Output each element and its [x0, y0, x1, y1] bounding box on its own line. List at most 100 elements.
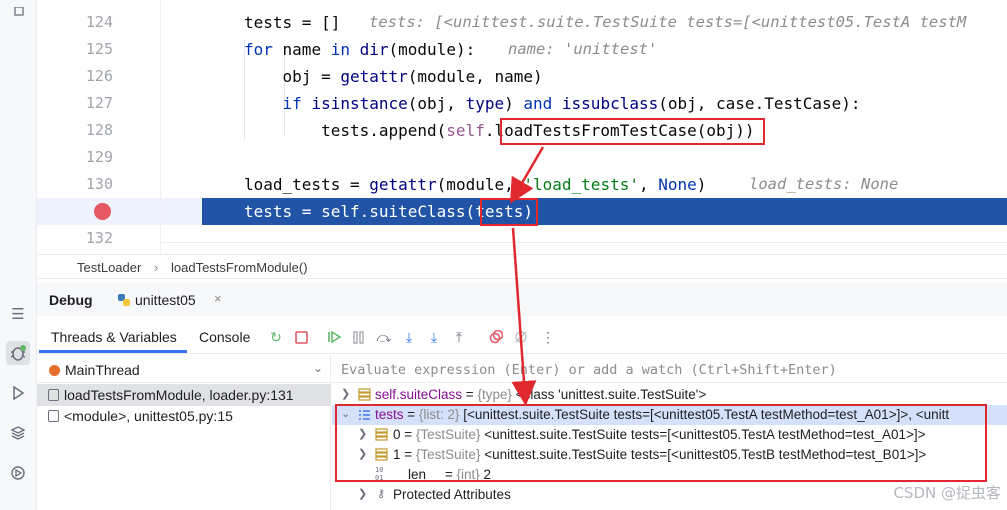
highlight-box-loadtests	[500, 118, 765, 145]
stack-frame[interactable]: loadTestsFromModule, loader.py:131	[37, 384, 331, 406]
chevron-down-icon[interactable]: ⌄	[313, 361, 323, 375]
tab-console[interactable]: Console	[199, 329, 250, 345]
code-token: ,	[638, 175, 659, 194]
breadcrumb-separator: ›	[154, 260, 159, 275]
code-text: obj = getattr(module, name)	[244, 63, 543, 90]
code-text: tests = []	[244, 9, 340, 36]
code-token: (module, name)	[407, 67, 543, 86]
code-token: )	[504, 94, 524, 113]
project-icon[interactable]	[6, 0, 30, 24]
code-token: obj =	[244, 67, 341, 86]
evaluate-expression-field[interactable]: Evaluate expression (Enter) or add a wat…	[332, 357, 1007, 383]
field-icon	[358, 388, 371, 401]
code-token: if	[282, 94, 302, 113]
thread-name: MainThread	[65, 362, 140, 378]
protected-attributes-label: Protected Attributes	[393, 487, 511, 502]
debug-subtabs: Threads & Variables Console ↻ ⤼ ⤓ ⤓ ⤒ ⋮	[37, 320, 1007, 354]
more-options-icon[interactable]: ⋮	[539, 328, 557, 346]
thread-selector[interactable]: MainThread ⌄	[37, 357, 331, 383]
line-number[interactable]: 125	[81, 36, 113, 63]
code-token: (module):	[388, 40, 476, 59]
stop-icon[interactable]	[292, 328, 310, 346]
step-into-my-code-icon[interactable]: ⤓	[425, 328, 443, 346]
code-token: issubclass	[561, 94, 659, 113]
breadcrumb-class[interactable]: TestLoader	[77, 260, 141, 275]
frame-icon	[48, 410, 59, 422]
code-line[interactable]: 126 obj = getattr(module, name)	[37, 63, 1007, 90]
variable-type: {type}	[477, 387, 512, 402]
thread-status-icon	[49, 365, 60, 376]
code-token: isinstance	[311, 94, 408, 113]
code-token: None	[658, 175, 697, 194]
close-icon[interactable]: ×	[214, 291, 222, 306]
code-token: type	[465, 94, 505, 113]
code-token: for	[244, 40, 273, 59]
pause-icon[interactable]	[350, 328, 368, 346]
line-number[interactable]: 132	[81, 225, 113, 252]
watermark: CSDN @捉虫客	[893, 484, 1001, 502]
code-token: and	[523, 94, 553, 113]
highlight-box-tests-variable	[335, 404, 987, 482]
debug-icon[interactable]	[6, 341, 30, 365]
code-token: )	[696, 175, 707, 194]
mute-breakpoints-icon[interactable]	[512, 328, 530, 346]
inline-debug-value: load_tests: None	[749, 175, 899, 193]
frame-label: <module>, unittest05.py:15	[64, 408, 233, 424]
step-into-icon[interactable]: ⤓	[400, 328, 418, 346]
layers-icon[interactable]	[6, 421, 30, 445]
line-number[interactable]: 127	[81, 90, 113, 117]
code-token: 'load_tests'	[523, 175, 639, 194]
selected-tab-indicator	[39, 350, 187, 353]
code-text: load_tests = getattr(module, 'load_tests…	[244, 171, 706, 198]
code-line[interactable]: 129	[37, 144, 1007, 171]
code-text: for name in dir(module):	[244, 36, 475, 63]
resume-icon[interactable]	[325, 328, 343, 346]
line-number[interactable]: 128	[81, 117, 113, 144]
highlight-box-tests-arg	[480, 198, 538, 226]
variable-row[interactable]: ❯ self.suiteClass = {type} <class 'unitt…	[332, 385, 1007, 405]
code-token: (obj,	[407, 94, 466, 113]
line-number[interactable]: 126	[81, 63, 113, 90]
breadcrumb-method[interactable]: loadTestsFromModule()	[171, 260, 308, 275]
services-icon[interactable]	[6, 461, 30, 485]
code-token: self	[446, 121, 485, 140]
code-token: tests = []	[244, 13, 341, 32]
chevron-right-icon[interactable]: ❯	[341, 387, 350, 400]
tool-window-strip: ☰	[0, 0, 37, 510]
line-number[interactable]: 129	[81, 144, 113, 171]
line-number[interactable]: 124	[81, 9, 113, 36]
step-over-icon[interactable]: ⤼	[375, 328, 393, 346]
equals-sign: =	[462, 387, 478, 402]
stack-frame[interactable]: <module>, unittest05.py:15	[37, 405, 331, 427]
evaluate-placeholder: Evaluate expression (Enter) or add a wat…	[341, 362, 837, 378]
chevron-right-icon[interactable]: ❯	[358, 487, 367, 500]
debug-title: Debug	[49, 292, 93, 308]
horizontal-scrollbar[interactable]	[161, 242, 1007, 252]
frame-label: loadTestsFromModule, loader.py:131	[64, 387, 294, 403]
code-line[interactable]: 124 tests = [] tests: [<unittest.suite.Tes…	[37, 9, 1007, 36]
inline-debug-value: name: 'unittest'	[508, 40, 658, 58]
breakpoint-icon[interactable]	[94, 203, 111, 220]
session-name: unittest05	[135, 292, 196, 308]
rerun-icon[interactable]: ↻	[267, 328, 285, 346]
view-breakpoints-icon[interactable]	[487, 328, 505, 346]
code-token: dir	[359, 40, 389, 59]
run-icon[interactable]	[6, 381, 30, 405]
code-token: (obj, case.TestCase):	[658, 94, 861, 113]
line-number[interactable]: 130	[81, 171, 113, 198]
threads-frames-pane: MainThread ⌄ loadTestsFromModule, loader…	[37, 355, 331, 510]
code-token: getattr	[369, 175, 437, 194]
structure-icon[interactable]: ☰	[6, 302, 30, 326]
python-icon	[118, 294, 130, 306]
code-token: (module,	[436, 175, 524, 194]
code-line[interactable]: 127 if isinstance(obj, type) and issubcl…	[37, 90, 1007, 117]
session-tab[interactable]: unittest05	[117, 292, 196, 308]
code-line[interactable]: 130 load_tests = getattr(module, 'load_te…	[37, 171, 1007, 198]
step-out-icon[interactable]: ⤒	[450, 328, 468, 346]
code-token: name	[272, 40, 331, 59]
tab-threads-variables[interactable]: Threads & Variables	[51, 329, 177, 345]
code-line[interactable]: 125 for name in dir(module): name: 'unitte…	[37, 36, 1007, 63]
